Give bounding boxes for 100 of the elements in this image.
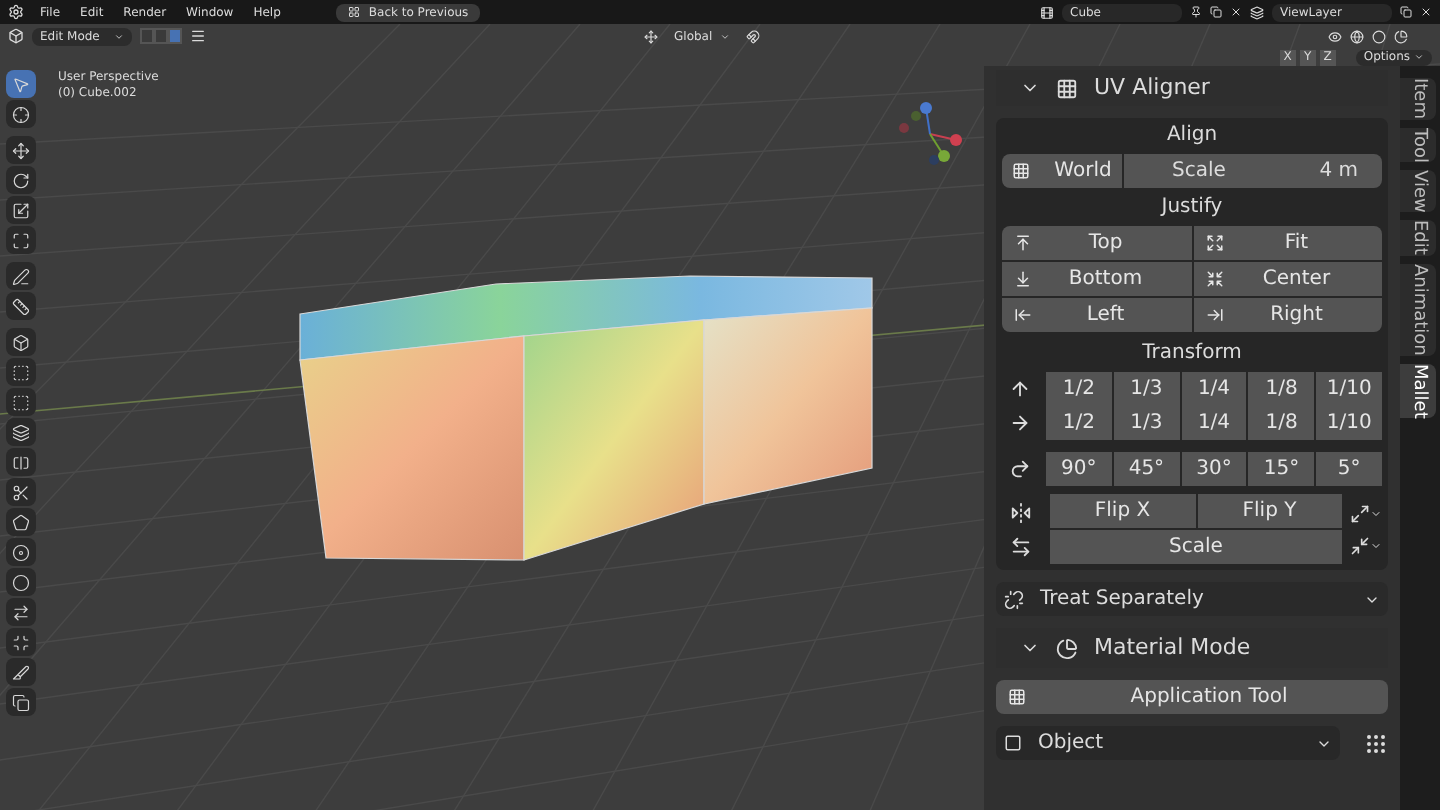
transform-value-button[interactable]: 1/2 — [1046, 406, 1112, 440]
scale-button[interactable]: Scale — [1050, 530, 1342, 564]
navigation-gizmo — [899, 102, 962, 165]
shrink-tool[interactable] — [6, 628, 36, 656]
transform-value-button[interactable]: 1/2 — [1046, 372, 1112, 406]
caret-icon — [1370, 507, 1382, 519]
checker-icon — [1008, 688, 1026, 706]
justify-button[interactable]: Center — [1193, 262, 1382, 296]
pointer-tool[interactable] — [6, 70, 36, 98]
justify-button[interactable]: Top — [1002, 226, 1191, 260]
ruler-tool[interactable] — [6, 292, 36, 320]
close-icon — [1230, 6, 1242, 18]
solid-shading-icon — [1372, 29, 1386, 43]
sphere-icon — [12, 573, 30, 591]
transform-value-button[interactable]: 1/8 — [1248, 406, 1315, 440]
close-icon — [1420, 6, 1432, 18]
knife-tool[interactable] — [6, 478, 36, 506]
menu-icon — [190, 28, 206, 44]
world-button[interactable]: World — [1002, 154, 1122, 188]
panel-title: Material Mode — [1094, 631, 1251, 664]
sidebar-tab[interactable]: Mallet — [1400, 363, 1436, 419]
panel-title: UV Aligner — [1094, 71, 1210, 104]
shrink-dropdown[interactable] — [1350, 535, 1382, 555]
transform-value-button[interactable]: 90° — [1046, 452, 1112, 486]
select-mode-toggle[interactable] — [140, 28, 154, 44]
overlay-icon — [1328, 29, 1342, 43]
sidebar-tab[interactable]: Edit — [1400, 220, 1436, 256]
sidebar-tab[interactable]: Tool — [1400, 127, 1436, 162]
align-bottom-icon — [1014, 270, 1032, 288]
material-shading-icon — [1394, 29, 1408, 43]
double-arrow-icon — [1009, 535, 1031, 557]
transform-value-button[interactable]: 1/4 — [1181, 406, 1247, 440]
checker-icon — [1012, 162, 1031, 180]
transform-value-button[interactable]: 1/10 — [1316, 372, 1382, 406]
section-heading: Transform — [1140, 340, 1244, 368]
caret-icon — [720, 31, 731, 41]
transform-value-button[interactable]: 1/10 — [1316, 406, 1382, 440]
transform-value-button[interactable]: 1/8 — [1248, 372, 1315, 406]
transform-tool[interactable] — [6, 226, 36, 254]
caret-icon — [114, 31, 124, 41]
expand-arrows-icon — [1350, 503, 1370, 523]
treat-mode-dropdown[interactable]: Treat Separately — [996, 582, 1388, 616]
move-icon — [12, 141, 30, 159]
editor-type-icon — [8, 28, 24, 44]
flip-icon — [1009, 501, 1031, 523]
application-tool-button[interactable]: Application Tool — [996, 680, 1388, 714]
sidebar-tab[interactable]: View — [1400, 169, 1436, 213]
select-mode-toggle[interactable] — [154, 28, 168, 44]
shrink-arrows-icon — [1350, 535, 1370, 555]
select-mode-toggle[interactable] — [168, 28, 182, 44]
slide-tool[interactable] — [6, 598, 36, 626]
field-value: 4 m — [1319, 158, 1358, 186]
flip-y-button[interactable]: Flip Y — [1197, 494, 1342, 528]
copy-icon — [1400, 6, 1412, 18]
ruler-icon — [12, 297, 30, 315]
justify-button[interactable]: Right — [1193, 298, 1382, 332]
sidebar-tab[interactable]: Item — [1400, 78, 1436, 119]
sidebar-tab[interactable]: Animation — [1400, 263, 1436, 356]
justify-button[interactable]: Left — [1002, 298, 1191, 332]
polygon-icon — [12, 513, 30, 531]
transform-value-button[interactable]: 1/3 — [1113, 406, 1180, 440]
sphere-tool[interactable] — [6, 568, 36, 596]
scale-tool[interactable] — [6, 196, 36, 224]
align-left-icon — [1014, 306, 1032, 324]
transform-value-button[interactable]: 1/3 — [1113, 372, 1180, 406]
caret-icon — [1414, 52, 1424, 62]
move-tool[interactable] — [6, 136, 36, 164]
crosshair-icon — [12, 105, 30, 123]
polygon-tool[interactable] — [6, 508, 36, 536]
align-top-icon — [1014, 234, 1032, 252]
field-label: Scale — [1172, 158, 1226, 186]
cube-tool[interactable] — [6, 328, 36, 356]
orientation-icon — [644, 29, 658, 43]
expand-dropdown[interactable] — [1350, 503, 1382, 523]
flip-x-button[interactable]: Flip X — [1050, 494, 1195, 528]
rotate-tool[interactable] — [6, 166, 36, 194]
target-dropdown[interactable]: Object — [996, 726, 1340, 760]
checker-icon — [1056, 77, 1078, 99]
loop-cut-tool[interactable] — [6, 448, 36, 476]
crosshair-tool[interactable] — [6, 100, 36, 128]
transform-value-button[interactable]: 45° — [1113, 452, 1180, 486]
spin-icon — [12, 543, 30, 561]
section-heading: Justify — [1158, 194, 1225, 222]
broken-link-icon — [1004, 589, 1024, 609]
transform-value-button[interactable]: 1/4 — [1181, 372, 1247, 406]
pen-tool[interactable] — [6, 262, 36, 290]
caret-icon — [1370, 539, 1382, 551]
expand-icon — [1205, 234, 1223, 252]
knife-icon — [12, 483, 30, 501]
justify-button[interactable]: Fit — [1193, 226, 1382, 260]
transform-value-button[interactable]: 15° — [1248, 452, 1315, 486]
justify-button[interactable]: Bottom — [1002, 262, 1191, 296]
spin-tool[interactable] — [6, 538, 36, 566]
loop-cut-icon — [12, 453, 30, 471]
transform-value-button[interactable]: 30° — [1181, 452, 1247, 486]
scale-field[interactable]: Scale 4 m — [1124, 154, 1382, 188]
pen-icon — [12, 267, 30, 285]
transform-value-button[interactable]: 5° — [1316, 452, 1382, 486]
shrink-icon — [12, 633, 30, 651]
snap-icon — [746, 29, 761, 43]
